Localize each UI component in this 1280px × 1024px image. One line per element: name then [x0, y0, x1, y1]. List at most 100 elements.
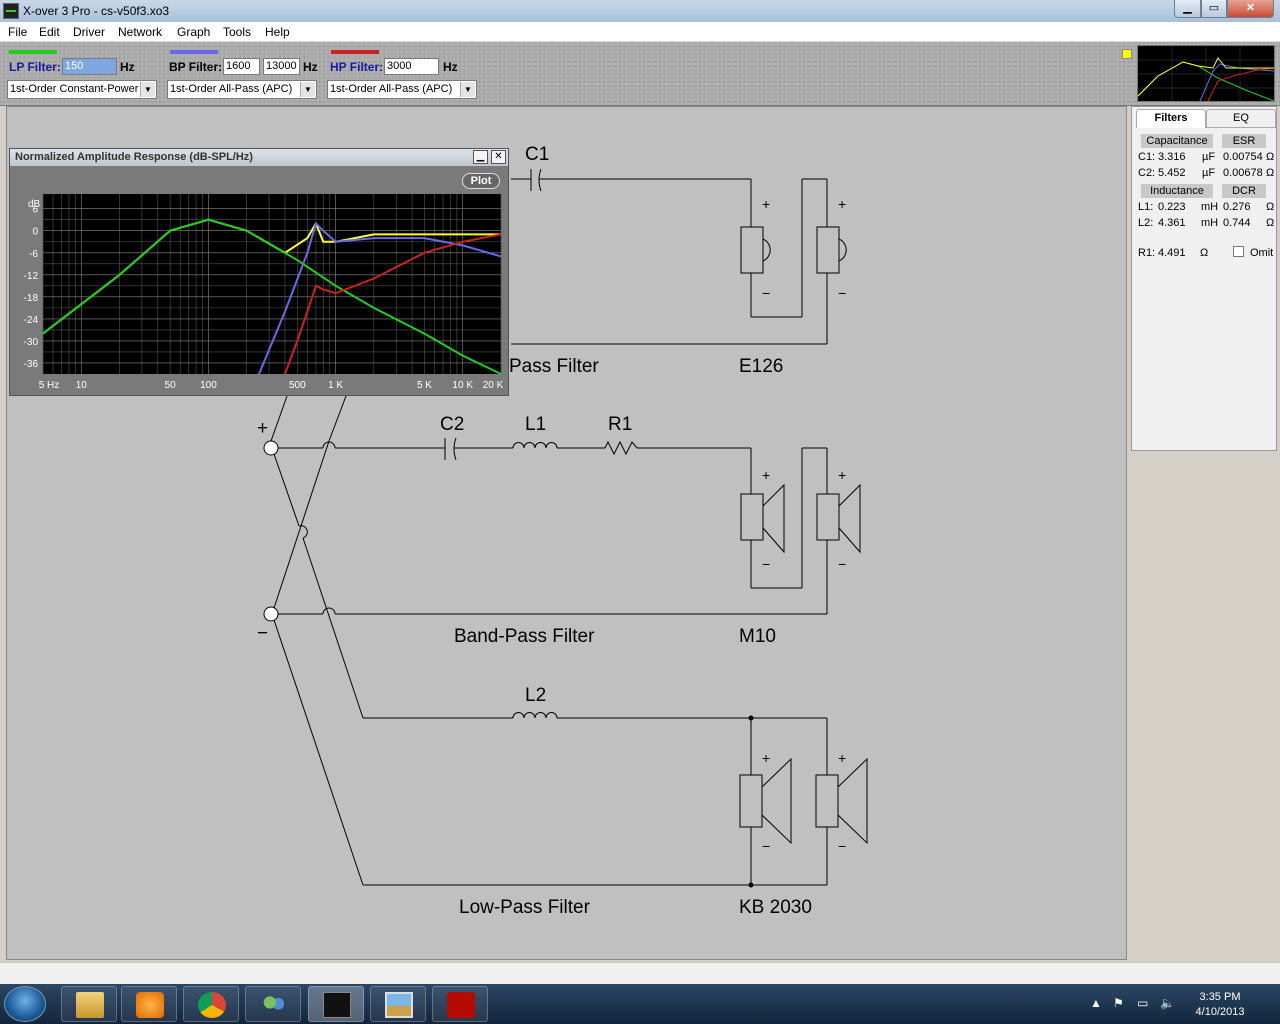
- l1-dcr-unit: Ω: [1266, 201, 1275, 213]
- menu-network[interactable]: Network: [118, 25, 162, 39]
- response-thumbnail[interactable]: [1137, 45, 1275, 102]
- c2-esr[interactable]: 0.00678: [1223, 167, 1263, 179]
- minimize-button[interactable]: ▁: [1174, 0, 1201, 18]
- hp-type-select[interactable]: 1st-Order All-Pass (APC) ▼: [327, 80, 477, 99]
- hp-frequency-input[interactable]: 3000: [384, 58, 439, 75]
- m10-minus-1: −: [762, 556, 770, 572]
- l2-dcr[interactable]: 0.744: [1223, 217, 1251, 229]
- indicator-square[interactable]: [1122, 49, 1132, 59]
- flag-icon[interactable]: ⚑: [1113, 996, 1124, 1010]
- esr-header: ESR: [1222, 134, 1266, 148]
- lp-type-select[interactable]: 1st-Order Constant-Power ▼: [7, 80, 157, 99]
- r1-name: R1:: [1138, 247, 1156, 259]
- network-icon[interactable]: ▭: [1137, 996, 1148, 1010]
- r1-value[interactable]: 4.491: [1158, 247, 1186, 259]
- m10-plus-2: +: [838, 467, 846, 483]
- l1-name: L1:: [1138, 201, 1154, 213]
- omit-checkbox[interactable]: [1233, 246, 1244, 257]
- show-hidden-icons-icon[interactable]: ▲: [1090, 996, 1102, 1010]
- lp-filter-label: LP Filter:: [9, 60, 61, 74]
- y-tick-label: -24: [24, 315, 39, 326]
- plot-close-button[interactable]: ✕: [491, 150, 506, 164]
- l2-name: L2:: [1138, 217, 1154, 229]
- hp-filter-title: Pass Filter: [509, 356, 599, 377]
- taskbar-media-player[interactable]: [121, 986, 177, 1022]
- hp-unit: Hz: [443, 60, 458, 74]
- x-tick-label: 5 K: [417, 380, 432, 391]
- menu-tools[interactable]: Tools: [223, 25, 251, 39]
- taskbar-explorer[interactable]: [61, 986, 117, 1022]
- component-panel: Filters EQ Capacitance ESR C1: 3.316 µF …: [1131, 106, 1277, 451]
- kb2030-driver-1[interactable]: [739, 774, 763, 828]
- bp-type-value: 1st-Order All-Pass (APC): [170, 83, 293, 95]
- clock-date: 4/10/2013: [1195, 1006, 1245, 1018]
- volume-icon[interactable]: 🔈: [1160, 996, 1175, 1010]
- x-tick-label: 10: [76, 380, 88, 391]
- menu-edit[interactable]: Edit: [39, 25, 60, 39]
- taskbar-chrome[interactable]: [183, 986, 239, 1022]
- x-tick-label: 50: [165, 380, 177, 391]
- bp-filter-label: BP Filter:: [169, 60, 223, 74]
- m10-driver-2[interactable]: [816, 493, 840, 541]
- menu-driver[interactable]: Driver: [73, 25, 105, 39]
- taskbar-network-users[interactable]: [245, 986, 301, 1022]
- label-l2: L2: [525, 685, 546, 706]
- r1-unit: Ω: [1200, 247, 1209, 259]
- menu-file[interactable]: File: [8, 25, 27, 39]
- x-tick-label: 5 Hz: [39, 380, 60, 391]
- clock-time: 3:35 PM: [1199, 991, 1241, 1003]
- users-icon: [260, 992, 288, 1018]
- l1-value[interactable]: 0.223: [1158, 201, 1186, 213]
- kb2030-driver-2[interactable]: [815, 774, 839, 828]
- hp-color-swatch: [331, 50, 379, 54]
- menu-help[interactable]: Help: [265, 25, 290, 39]
- l1-dcr[interactable]: 0.276: [1223, 201, 1251, 213]
- chevron-down-icon[interactable]: ▼: [460, 82, 475, 97]
- input-minus: −: [257, 623, 268, 644]
- menu-graph[interactable]: Graph: [177, 25, 210, 39]
- chevron-down-icon[interactable]: ▼: [300, 82, 315, 97]
- x-tick-label: 1 K: [328, 380, 343, 391]
- e126-minus-1: −: [762, 285, 770, 301]
- c2-value[interactable]: 5.452: [1158, 167, 1186, 179]
- close-button[interactable]: ✕: [1227, 0, 1274, 18]
- status-bar: [0, 962, 1280, 984]
- lp-filter-title: Low-Pass Filter: [459, 897, 591, 918]
- y-tick-label: -18: [24, 293, 39, 304]
- l2-value[interactable]: 4.361: [1158, 217, 1186, 229]
- c1-value[interactable]: 3.316: [1158, 151, 1186, 163]
- hp-type-value: 1st-Order All-Pass (APC): [330, 83, 453, 95]
- clock[interactable]: 3:35 PM 4/10/2013: [1190, 990, 1250, 1020]
- tab-eq[interactable]: EQ: [1206, 109, 1276, 128]
- chevron-down-icon[interactable]: ▼: [140, 82, 155, 97]
- xover-app-icon: [323, 992, 351, 1018]
- plot-window-titlebar[interactable]: Normalized Amplitude Response (dB-SPL/Hz…: [10, 149, 508, 166]
- m10-driver-1[interactable]: [740, 493, 764, 541]
- bp-color-swatch: [170, 50, 218, 54]
- lp-frequency-input[interactable]: 150: [62, 58, 117, 75]
- bp-type-select[interactable]: 1st-Order All-Pass (APC) ▼: [167, 80, 317, 99]
- bp-low-input[interactable]: 1600: [223, 58, 260, 75]
- maximize-button[interactable]: ▭: [1201, 0, 1227, 18]
- label-r1: R1: [608, 414, 632, 435]
- start-button[interactable]: [4, 986, 46, 1022]
- c1-name: C1:: [1138, 151, 1156, 163]
- taskbar-xover3[interactable]: [308, 986, 364, 1022]
- bp-unit: Hz: [303, 60, 318, 74]
- e126-plus-2: +: [838, 196, 846, 212]
- e126-driver-1[interactable]: [740, 226, 764, 274]
- tab-filters[interactable]: Filters: [1136, 109, 1206, 128]
- bp-high-input[interactable]: 13000: [263, 58, 300, 75]
- bp-driver-name: M10: [739, 626, 776, 647]
- plot-minimize-button[interactable]: ▁: [473, 150, 488, 164]
- e126-driver-2[interactable]: [816, 226, 840, 274]
- taskbar-acrobat[interactable]: [432, 986, 488, 1022]
- c1-esr[interactable]: 0.00754: [1223, 151, 1263, 163]
- window-title: X-over 3 Pro - cs-v50f3.xo3: [23, 4, 170, 18]
- x-tick-label: 20 K: [483, 380, 504, 391]
- amplitude-response-window[interactable]: Normalized Amplitude Response (dB-SPL/Hz…: [9, 148, 509, 396]
- app-icon[interactable]: [3, 3, 19, 19]
- pdf-icon: [447, 992, 475, 1018]
- taskbar-photo-viewer[interactable]: [370, 986, 426, 1022]
- kb-minus-1: −: [762, 838, 770, 854]
